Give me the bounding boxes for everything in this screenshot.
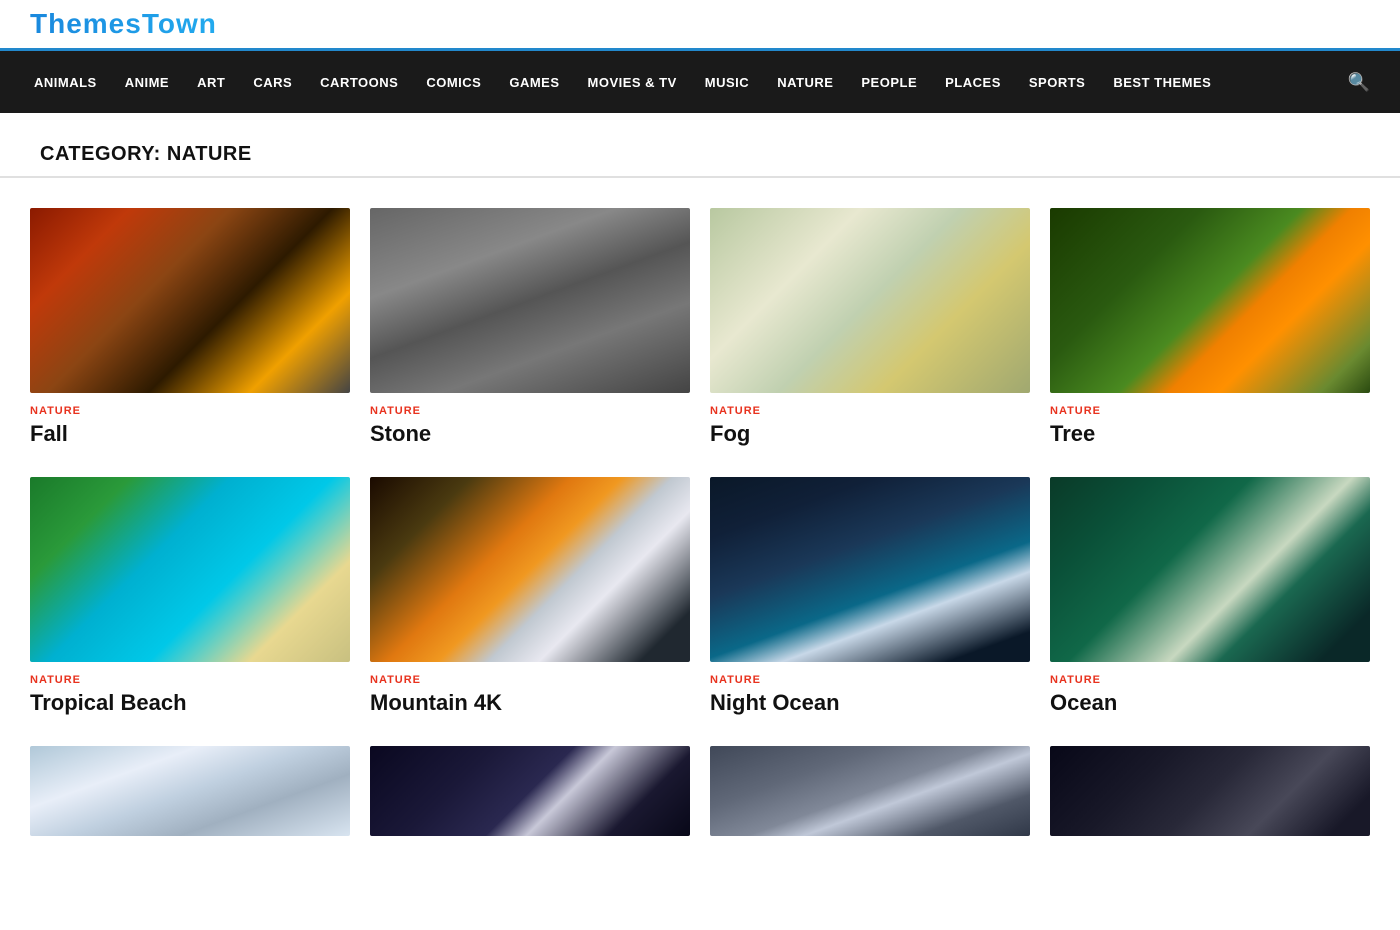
card-category-mountain-4k: NATURE bbox=[370, 674, 690, 686]
nav-link-nature[interactable]: NATURE bbox=[763, 75, 847, 90]
nav-link-best-themes[interactable]: BEST THEMES bbox=[1099, 75, 1225, 90]
nav-link-places[interactable]: PLACES bbox=[931, 75, 1015, 90]
nav-items-list: ANIMALSANIMEARTCARSCARTOONSCOMICSGAMESMO… bbox=[20, 75, 1338, 90]
card-image-stone bbox=[370, 208, 690, 393]
nav-item-nature[interactable]: NATURE bbox=[763, 75, 847, 90]
nav-link-comics[interactable]: COMICS bbox=[412, 75, 495, 90]
partial-card-drops[interactable] bbox=[710, 746, 1030, 836]
card-title-fog: Fog bbox=[710, 421, 1030, 447]
card-category-stone: NATURE bbox=[370, 405, 690, 417]
partial-cards-row bbox=[0, 746, 1400, 876]
card-image-tree bbox=[1050, 208, 1370, 393]
card-image-tropical-beach bbox=[30, 477, 350, 662]
card-title-ocean: Ocean bbox=[1050, 690, 1370, 716]
nav-link-cartoons[interactable]: CARTOONS bbox=[306, 75, 412, 90]
nav-link-music[interactable]: MUSIC bbox=[691, 75, 763, 90]
nav-link-movies-tv[interactable]: MOVIES & TV bbox=[574, 75, 691, 90]
nav-item-games[interactable]: GAMES bbox=[495, 75, 573, 90]
card-title-tropical-beach: Tropical Beach bbox=[30, 690, 350, 716]
category-title: CATEGORY: NATURE bbox=[40, 143, 1360, 166]
card-category-night-ocean: NATURE bbox=[710, 674, 1030, 686]
card-image-night-ocean bbox=[710, 477, 1030, 662]
card-category-fall: NATURE bbox=[30, 405, 350, 417]
partial-card-image-drops bbox=[710, 746, 1030, 836]
partial-card-space[interactable] bbox=[1050, 746, 1370, 836]
card-image-fall bbox=[30, 208, 350, 393]
card-title-tree: Tree bbox=[1050, 421, 1370, 447]
nav-item-cartoons[interactable]: CARTOONS bbox=[306, 75, 412, 90]
card-category-fog: NATURE bbox=[710, 405, 1030, 417]
site-logo[interactable]: ThemesTown bbox=[30, 8, 217, 39]
nav-link-anime[interactable]: ANIME bbox=[111, 75, 183, 90]
card-category-tropical-beach: NATURE bbox=[30, 674, 350, 686]
search-icon[interactable]: 🔍 bbox=[1338, 72, 1380, 93]
category-heading-section: CATEGORY: NATURE bbox=[0, 113, 1400, 178]
nav-item-movies-tv[interactable]: MOVIES & TV bbox=[574, 75, 691, 90]
nav-item-people[interactable]: PEOPLE bbox=[847, 75, 931, 90]
nav-link-art[interactable]: ART bbox=[183, 75, 239, 90]
card-title-stone: Stone bbox=[370, 421, 690, 447]
card-tropical-beach[interactable]: NATURE Tropical Beach bbox=[30, 477, 350, 716]
card-image-ocean bbox=[1050, 477, 1370, 662]
card-title-fall: Fall bbox=[30, 421, 350, 447]
card-stone[interactable]: NATURE Stone bbox=[370, 208, 690, 447]
nav-item-sports[interactable]: SPORTS bbox=[1015, 75, 1099, 90]
card-title-mountain-4k: Mountain 4K bbox=[370, 690, 690, 716]
nav-item-anime[interactable]: ANIME bbox=[111, 75, 183, 90]
card-image-fog bbox=[710, 208, 1030, 393]
card-image-mountain-4k bbox=[370, 477, 690, 662]
nav-item-best-themes[interactable]: BEST THEMES bbox=[1099, 75, 1225, 90]
main-nav: ANIMALSANIMEARTCARSCARTOONSCOMICSGAMESMO… bbox=[0, 51, 1400, 113]
card-tree[interactable]: NATURE Tree bbox=[1050, 208, 1370, 447]
partial-card-image-space bbox=[1050, 746, 1370, 836]
nav-link-animals[interactable]: ANIMALS bbox=[20, 75, 111, 90]
card-title-night-ocean: Night Ocean bbox=[710, 690, 1030, 716]
nav-item-animals[interactable]: ANIMALS bbox=[20, 75, 111, 90]
nav-link-cars[interactable]: CARS bbox=[239, 75, 306, 90]
partial-card-snow-trees[interactable] bbox=[30, 746, 350, 836]
partial-card-image-snow-trees bbox=[30, 746, 350, 836]
card-fog[interactable]: NATURE Fog bbox=[710, 208, 1030, 447]
card-mountain-4k[interactable]: NATURE Mountain 4K bbox=[370, 477, 690, 716]
nav-link-games[interactable]: GAMES bbox=[495, 75, 573, 90]
nav-item-cars[interactable]: CARS bbox=[239, 75, 306, 90]
nav-link-people[interactable]: PEOPLE bbox=[847, 75, 931, 90]
card-category-ocean: NATURE bbox=[1050, 674, 1370, 686]
nav-item-places[interactable]: PLACES bbox=[931, 75, 1015, 90]
card-ocean[interactable]: NATURE Ocean bbox=[1050, 477, 1370, 716]
partial-card-moon[interactable] bbox=[370, 746, 690, 836]
nav-item-music[interactable]: MUSIC bbox=[691, 75, 763, 90]
nav-link-sports[interactable]: SPORTS bbox=[1015, 75, 1099, 90]
card-night-ocean[interactable]: NATURE Night Ocean bbox=[710, 477, 1030, 716]
logo-bar: ThemesTown bbox=[0, 0, 1400, 51]
partial-card-image-moon bbox=[370, 746, 690, 836]
nav-item-comics[interactable]: COMICS bbox=[412, 75, 495, 90]
card-fall[interactable]: NATURE Fall bbox=[30, 208, 350, 447]
card-category-tree: NATURE bbox=[1050, 405, 1370, 417]
cards-grid: NATURE Fall NATURE Stone NATURE Fog NATURE Tree… bbox=[0, 208, 1400, 716]
nav-item-art[interactable]: ART bbox=[183, 75, 239, 90]
